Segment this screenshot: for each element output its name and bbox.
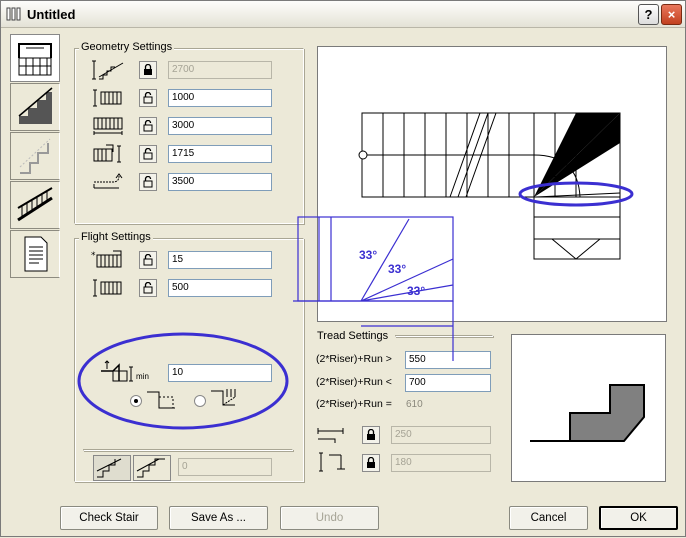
lock-icon[interactable]: [362, 454, 380, 472]
unlock-icon[interactable]: [139, 89, 157, 107]
tab-plan[interactable]: [10, 34, 60, 82]
check-stair-button[interactable]: Check Stair: [60, 506, 158, 530]
stair-settings-dialog: Untitled ? × Geometry Settings 2700 1000…: [0, 0, 686, 537]
tread-settings-label: Tread Settings: [315, 330, 391, 342]
stair-plan-drawing: [358, 112, 621, 260]
tab-railing[interactable]: [10, 181, 60, 229]
cancel-button[interactable]: Cancel: [509, 506, 588, 530]
stair-plan-icon: [18, 43, 52, 76]
stringer-structure-icon: [209, 387, 243, 409]
unlock-icon[interactable]: [139, 279, 157, 297]
stair-style-2-button[interactable]: [133, 455, 171, 481]
lock-icon[interactable]: [362, 426, 380, 444]
stair-width-icon: [91, 87, 125, 109]
section-preview: [511, 334, 666, 482]
rule-label-equal: (2*Riser)+Run =: [316, 398, 392, 410]
settings-tabs: [10, 34, 62, 279]
geometry-settings-label: Geometry Settings: [79, 41, 175, 53]
solid-structure-icon: [145, 389, 179, 411]
rule-max-field[interactable]: 700: [405, 374, 491, 392]
flight-width-icon: [91, 277, 125, 299]
min-label: min: [136, 372, 149, 381]
title-bar: Untitled ? ×: [1, 1, 685, 28]
window-title: Untitled: [27, 7, 76, 22]
riser-height-field[interactable]: 180: [391, 454, 491, 472]
tread-depth-icon: [315, 423, 349, 445]
separator: [83, 449, 293, 451]
unlock-icon[interactable]: [139, 145, 157, 163]
riser-count-field[interactable]: 15: [168, 251, 272, 269]
unlock-icon[interactable]: [139, 173, 157, 191]
rule-label-less: (2*Riser)+Run <: [316, 376, 392, 388]
save-as-button[interactable]: Save As ...: [169, 506, 268, 530]
tab-stair-section[interactable]: [10, 83, 60, 131]
flight-settings-label: Flight Settings: [79, 231, 153, 243]
lock-icon[interactable]: [139, 61, 157, 79]
segment-field[interactable]: 0: [178, 458, 272, 476]
structure-option-radio-2[interactable]: [194, 395, 206, 407]
stair-offset-field[interactable]: 1715: [168, 145, 272, 163]
riser-count-icon: *: [91, 249, 125, 271]
stair-section-drawing: [530, 384, 645, 442]
stair-length-icon: [91, 115, 125, 137]
tab-listing[interactable]: [10, 230, 60, 278]
stair-width-field[interactable]: 1000: [168, 89, 272, 107]
riser-height-icon: [315, 451, 349, 473]
plan-preview[interactable]: [317, 46, 667, 322]
railing-icon: [17, 187, 53, 222]
close-button[interactable]: ×: [661, 4, 682, 25]
total-height-icon: [91, 59, 125, 81]
app-icon: [6, 7, 24, 21]
min-riser-field[interactable]: 10: [168, 364, 272, 382]
rule-label-greater: (2*Riser)+Run >: [316, 353, 392, 365]
stair-style-1-button[interactable]: [93, 455, 131, 481]
flight-width-field[interactable]: 500: [168, 279, 272, 297]
tread-separator: [395, 335, 493, 337]
ok-button[interactable]: OK: [599, 506, 678, 530]
stair-offset-icon: [91, 143, 125, 165]
help-button[interactable]: ?: [638, 4, 659, 25]
structure-option-radio-1[interactable]: [130, 395, 142, 407]
rule-result: 610: [406, 399, 423, 410]
landing-icon: [19, 138, 51, 174]
stair-section-icon: [18, 87, 53, 124]
total-height-field[interactable]: 2700: [168, 61, 272, 79]
tread-depth-field[interactable]: 250: [391, 426, 491, 444]
rule-min-field[interactable]: 550: [405, 351, 491, 369]
undo-button[interactable]: Undo: [280, 506, 379, 530]
document-icon: [24, 236, 48, 272]
stair-length-field[interactable]: 3000: [168, 117, 272, 135]
svg-text:*: *: [91, 251, 96, 261]
unlock-icon[interactable]: [139, 117, 157, 135]
tab-landing[interactable]: [10, 132, 60, 180]
walkline-length-field[interactable]: 3500: [168, 173, 272, 191]
walkline-length-icon: [91, 171, 125, 193]
unlock-icon[interactable]: [139, 251, 157, 269]
